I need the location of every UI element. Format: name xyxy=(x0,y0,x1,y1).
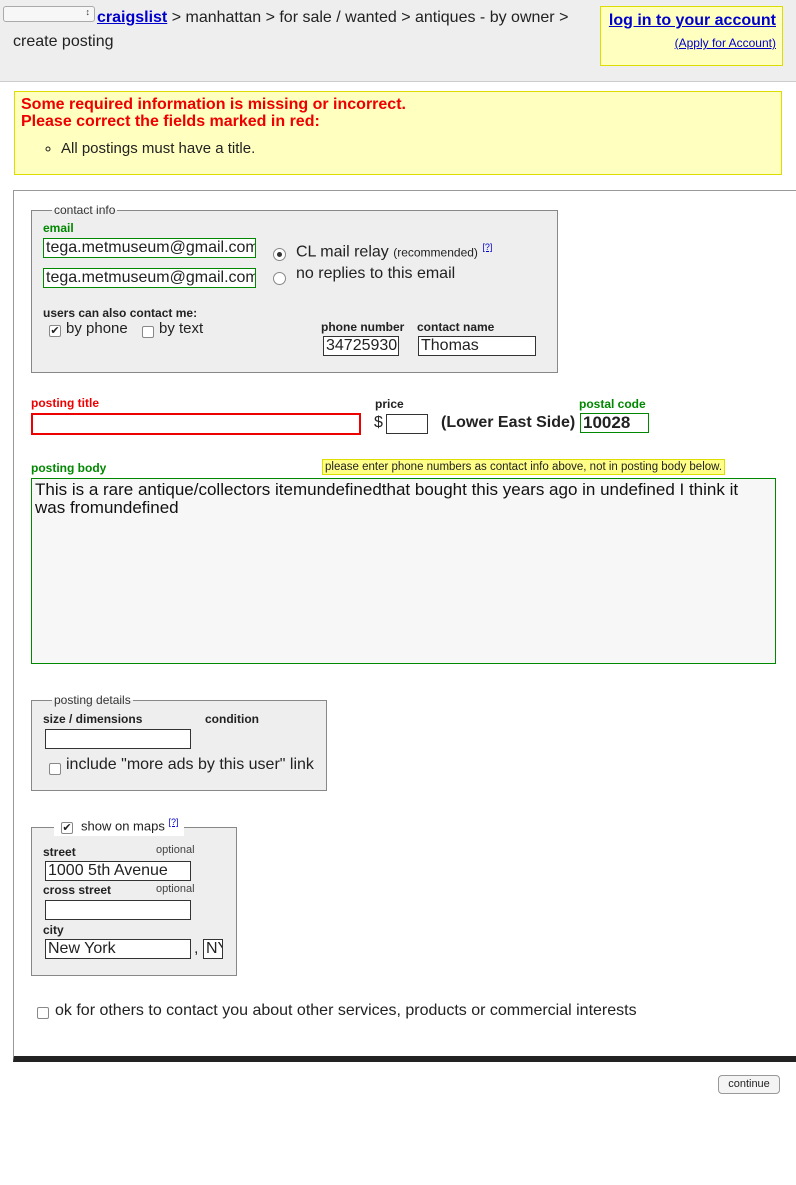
continue-button[interactable]: continue xyxy=(718,1075,780,1094)
size-dimensions-field[interactable] xyxy=(45,729,191,749)
error-item: All postings must have a title. xyxy=(61,140,775,157)
street-optional: optional xyxy=(156,844,195,856)
login-box: log in to your account (Apply for Accoun… xyxy=(600,6,783,66)
no-replies-label: no replies to this email xyxy=(296,265,456,282)
maps-help-link[interactable]: [?] xyxy=(168,817,178,827)
posting-title-field[interactable] xyxy=(31,413,361,435)
street-label: street xyxy=(43,845,76,859)
cross-street-label: cross street xyxy=(43,883,112,897)
no-replies-radio[interactable] xyxy=(273,272,286,285)
mail-relay-note: (recommended) xyxy=(393,245,478,260)
email-field[interactable]: tega.metmuseum@gmail.com xyxy=(43,238,256,258)
by-phone-label: by phone xyxy=(66,320,128,337)
error-line-1: Some required information is missing or … xyxy=(21,96,406,113)
posting-body-textarea[interactable]: This is a rare antique/collectors itemun… xyxy=(31,478,776,664)
consent-checkbox[interactable] xyxy=(37,1007,49,1019)
show-on-maps-checkbox[interactable]: ✔ xyxy=(61,822,73,834)
state-field[interactable]: NY xyxy=(203,939,223,959)
mail-relay-label: CL mail relay (recommended) [?] xyxy=(296,242,492,261)
consent-label: ok for others to contact you about other… xyxy=(55,1002,637,1019)
posting-title-label: posting title xyxy=(31,396,99,410)
city-field[interactable]: New York xyxy=(45,939,191,959)
cross-street-optional: optional xyxy=(156,883,195,895)
login-link[interactable]: log in to your account xyxy=(607,12,776,30)
error-line-2: Please correct the fields marked in red: xyxy=(21,113,320,130)
size-dimensions-label: size / dimensions xyxy=(43,712,143,726)
city-state-comma: , xyxy=(194,940,199,957)
error-box: Some required information is missing or … xyxy=(14,91,782,175)
condition-label: condition xyxy=(205,712,259,726)
city-label: city xyxy=(43,923,64,937)
more-ads-label: include "more ads by this user" link xyxy=(66,756,314,773)
error-list: All postings must have a title. xyxy=(21,140,775,157)
mail-relay-text: CL mail relay xyxy=(296,243,389,261)
mail-relay-radio[interactable] xyxy=(273,248,286,261)
contact-info-legend: contact info xyxy=(54,203,116,217)
by-phone-checkbox[interactable]: ✔ xyxy=(49,325,61,337)
price-label: price xyxy=(375,397,404,411)
help-link[interactable]: [?] xyxy=(482,242,492,252)
phone-number-field[interactable]: 34725930 xyxy=(323,336,399,356)
breadcrumb: craigslist > manhattan > for sale / want… xyxy=(13,6,603,54)
phone-number-label: phone number xyxy=(321,320,405,334)
posting-form: contact info email tega.metmuseum@gmail.… xyxy=(13,190,796,1062)
price-field[interactable] xyxy=(386,414,428,434)
header: ↕ craigslist > manhattan > for sale / wa… xyxy=(0,0,796,82)
area-label: (Lower East Side) xyxy=(441,414,576,431)
street-field[interactable]: 1000 5th Avenue xyxy=(45,861,191,881)
contact-name-field[interactable]: Thomas xyxy=(418,336,536,356)
posting-body-label: posting body xyxy=(31,461,107,475)
contact-name-label: contact name xyxy=(417,320,495,334)
more-ads-checkbox[interactable] xyxy=(49,763,61,775)
show-on-maps-label: show on maps [?] xyxy=(81,817,178,833)
by-text-checkbox[interactable] xyxy=(142,326,154,338)
by-text-label: by text xyxy=(159,320,204,337)
cross-street-field[interactable] xyxy=(45,900,191,920)
also-contact-label: users can also contact me: xyxy=(43,306,198,320)
currency-symbol: $ xyxy=(374,414,383,431)
apply-account-link[interactable]: (Apply for Account) xyxy=(607,36,776,50)
postal-code-field[interactable]: 10028 xyxy=(580,413,649,433)
email-confirm-field[interactable]: tega.metmuseum@gmail.com xyxy=(43,268,256,288)
email-label: email xyxy=(43,221,74,235)
home-link[interactable]: craigslist xyxy=(13,9,167,26)
posting-body-hint: please enter phone numbers as contact in… xyxy=(322,459,726,475)
postal-code-label: postal code xyxy=(579,397,646,411)
posting-details-legend: posting details xyxy=(54,693,131,707)
show-on-maps-text: show on maps xyxy=(81,818,165,834)
